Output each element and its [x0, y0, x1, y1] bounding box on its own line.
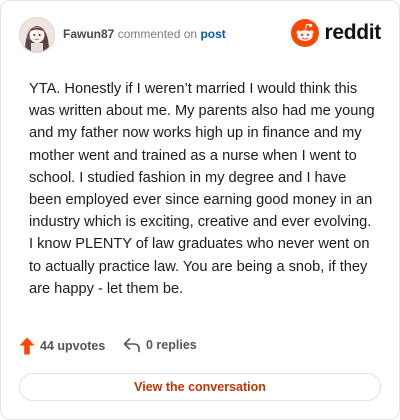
upvote-count[interactable]: 44 upvotes [19, 337, 105, 355]
reddit-logo[interactable]: reddit [291, 19, 381, 47]
comment-header: Fawun87 commented on post reddit [19, 15, 383, 55]
post-link[interactable]: post [200, 27, 225, 41]
comment-footer: 44 upvotes 0 replies [19, 337, 379, 359]
reply-count[interactable]: 0 replies [123, 337, 197, 353]
comment-embed-card: Fawun87 commented on post reddit YTA. Ho… [0, 0, 400, 420]
action-text: commented on [117, 27, 198, 41]
avatar[interactable] [19, 17, 55, 53]
reddit-wordmark: reddit [324, 21, 381, 44]
upvote-arrow-icon [19, 337, 35, 355]
upvote-label: 44 upvotes [40, 339, 106, 353]
username[interactable]: Fawun87 [63, 27, 114, 41]
comment-body: YTA. Honestly if I weren’t married I wou… [29, 81, 375, 297]
view-conversation-button[interactable]: View the conversation [19, 373, 381, 401]
reply-arrow-icon [123, 338, 140, 353]
reply-label: 0 replies [146, 338, 197, 352]
comment-meta: Fawun87 commented on post [63, 27, 226, 41]
avatar-image [20, 18, 54, 52]
reddit-snoo-icon [291, 19, 320, 47]
